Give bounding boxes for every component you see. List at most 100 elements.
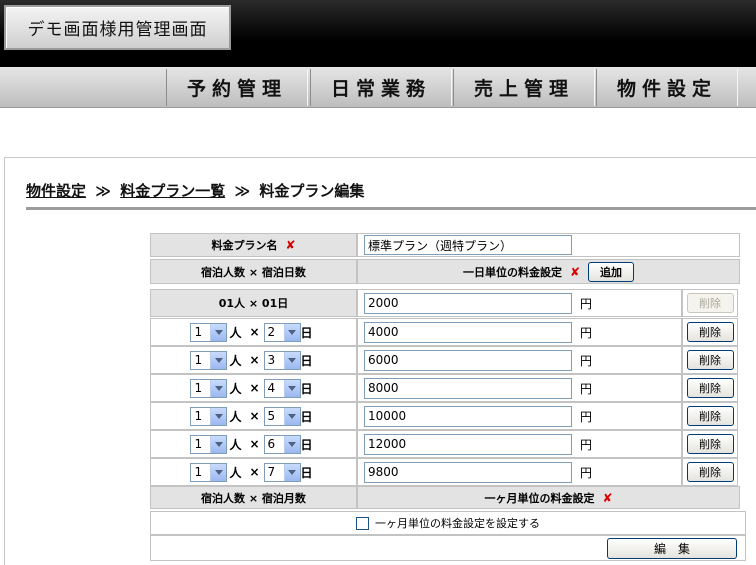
days-suffix: 日: [300, 409, 313, 424]
chevron-down-icon[interactable]: [210, 435, 227, 453]
price-row: 1 人 × 5 日 円 削除: [150, 402, 738, 430]
delete-button-disabled: 削除: [686, 293, 734, 313]
stay-select-cell: 1 人 × 4 日: [150, 374, 357, 402]
app-title: デモ画面様用管理画面: [4, 5, 231, 50]
days-select-value: 5: [267, 409, 276, 423]
price-input[interactable]: [364, 461, 572, 483]
people-suffix: 人: [229, 409, 242, 424]
edit-submit-button[interactable]: 編 集: [607, 537, 737, 559]
price-row: 1 人 × 6 日 円 削除: [150, 430, 738, 458]
chevron-down-icon[interactable]: [283, 407, 300, 425]
days-select-value: 4: [267, 381, 276, 395]
price-input[interactable]: [364, 292, 572, 314]
breadcrumb-separator: ≫: [234, 182, 251, 200]
days-select[interactable]: 5: [263, 406, 301, 426]
daily-header-row: 宿泊人数 × 宿泊日数 一日単位の料金設定 ✘ 追加: [150, 259, 740, 284]
menu-item-property-settings[interactable]: 物件設定: [596, 69, 738, 106]
monthly-setting-row: 一ヶ月単位の料金設定を設定する: [150, 511, 746, 535]
chevron-down-icon[interactable]: [283, 463, 300, 481]
price-row: 1 人 × 7 日 円 削除: [150, 458, 738, 486]
price-cell: 円: [357, 318, 682, 346]
delete-button[interactable]: 削除: [686, 462, 734, 482]
people-select[interactable]: 1: [190, 378, 228, 398]
people-select-value: 1: [194, 437, 203, 451]
chevron-down-icon[interactable]: [283, 379, 300, 397]
people-suffix: 人: [229, 381, 242, 396]
delete-cell: 削除: [682, 346, 738, 374]
people-suffix: 人: [229, 325, 242, 340]
people-suffix: 人: [229, 353, 242, 368]
price-input[interactable]: [364, 377, 572, 399]
times-sign: ×: [249, 325, 260, 339]
title-divider: [26, 207, 756, 210]
people-select[interactable]: 1: [190, 350, 228, 370]
price-cell: 円: [357, 430, 682, 458]
people-select[interactable]: 1: [190, 462, 228, 482]
yen-unit: 円: [580, 325, 593, 340]
monthly-setting-label[interactable]: 一ヶ月単位の料金設定を設定する: [375, 515, 540, 531]
yen-unit: 円: [580, 381, 593, 396]
delete-cell: 削除: [682, 430, 738, 458]
people-select-value: 1: [194, 409, 203, 423]
delete-button[interactable]: 削除: [686, 434, 734, 454]
price-input[interactable]: [364, 349, 572, 371]
monthly-setting-checkbox[interactable]: [356, 516, 369, 530]
breadcrumb: 物件設定 ≫ 料金プラン一覧 ≫ 料金プラン編集: [26, 180, 364, 201]
price-input[interactable]: [364, 405, 572, 427]
delete-button[interactable]: 削除: [686, 378, 734, 398]
menu-item-sales[interactable]: 売上管理: [453, 69, 595, 106]
price-input[interactable]: [364, 433, 572, 455]
days-suffix: 日: [300, 325, 313, 340]
delete-button[interactable]: 削除: [686, 350, 734, 370]
chevron-down-icon[interactable]: [210, 463, 227, 481]
price-cell: 円: [357, 289, 682, 317]
menu-item-daily-work[interactable]: 日常業務: [310, 69, 452, 106]
stay-select-cell: 1 人 × 5 日: [150, 402, 357, 430]
people-select-value: 1: [194, 353, 203, 367]
chevron-down-icon[interactable]: [210, 351, 227, 369]
yen-unit: 円: [580, 296, 593, 311]
days-select-value: 2: [267, 325, 276, 339]
days-suffix: 日: [300, 381, 313, 396]
price-input[interactable]: [364, 321, 572, 343]
chevron-down-icon[interactable]: [283, 323, 300, 341]
yen-unit: 円: [580, 353, 593, 368]
times-sign: ×: [249, 465, 260, 479]
header: デモ画面様用管理画面: [0, 0, 756, 67]
plan-name-label: 料金プラン名: [211, 239, 278, 252]
chevron-down-icon[interactable]: [283, 435, 300, 453]
days-select[interactable]: 7: [263, 462, 301, 482]
times-sign: ×: [249, 437, 260, 451]
stay-fixed-label: 01人 × 01日: [150, 289, 357, 317]
people-suffix: 人: [229, 465, 242, 480]
chevron-down-icon[interactable]: [283, 351, 300, 369]
people-select[interactable]: 1: [190, 322, 228, 342]
plan-name-label-cell: 料金プラン名 ✘: [150, 233, 357, 257]
price-row: 1 人 × 2 日 円 削除: [150, 318, 738, 346]
people-select[interactable]: 1: [190, 434, 228, 454]
plan-name-input[interactable]: [364, 235, 572, 255]
chevron-down-icon[interactable]: [210, 323, 227, 341]
menu-item-reservation[interactable]: 予約管理: [166, 69, 308, 106]
breadcrumb-link-plan-list[interactable]: 料金プラン一覧: [120, 182, 225, 200]
days-select[interactable]: 2: [263, 322, 301, 342]
days-select[interactable]: 6: [263, 434, 301, 454]
days-select[interactable]: 3: [263, 350, 301, 370]
daily-price-header: 一日単位の料金設定: [462, 265, 562, 279]
chevron-down-icon[interactable]: [210, 379, 227, 397]
people-select[interactable]: 1: [190, 406, 228, 426]
chevron-down-icon[interactable]: [210, 407, 227, 425]
price-cell: 円: [357, 346, 682, 374]
breadcrumb-link-property-settings[interactable]: 物件設定: [26, 182, 86, 200]
price-cell: 円: [357, 402, 682, 430]
price-row: 1 人 × 4 日 円 削除: [150, 374, 738, 402]
add-button[interactable]: 追加: [588, 261, 635, 282]
days-select-value: 6: [267, 437, 276, 451]
daily-price-header-cell: 一日単位の料金設定 ✘ 追加: [357, 259, 740, 284]
days-select[interactable]: 4: [263, 378, 301, 398]
yen-unit: 円: [580, 409, 593, 424]
delete-button[interactable]: 削除: [686, 406, 734, 426]
yen-unit: 円: [580, 465, 593, 480]
delete-button[interactable]: 削除: [686, 322, 734, 342]
days-select-value: 7: [267, 465, 276, 479]
